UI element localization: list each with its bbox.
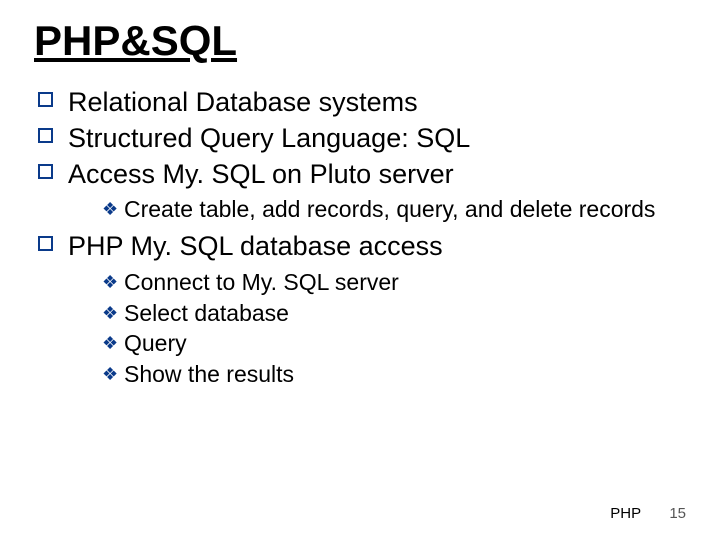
sub-bullet-text: Query bbox=[124, 330, 187, 356]
bullet-item: Relational Database systems bbox=[38, 86, 692, 120]
bullet-item: Structured Query Language: SQL bbox=[38, 122, 692, 156]
diamond-bullet-icon: ❖ bbox=[102, 302, 118, 325]
square-bullet-icon bbox=[38, 128, 53, 143]
bullet-item: Access My. SQL on Pluto server ❖ Create … bbox=[38, 158, 692, 225]
diamond-bullet-icon: ❖ bbox=[102, 271, 118, 294]
sub-bullet-item: ❖ Connect to My. SQL server bbox=[102, 268, 692, 297]
square-bullet-icon bbox=[38, 236, 53, 251]
sub-bullet-text: Connect to My. SQL server bbox=[124, 269, 399, 295]
bullet-text: Relational Database systems bbox=[68, 87, 418, 117]
slide-footer: PHP 15 bbox=[610, 505, 686, 522]
square-bullet-icon bbox=[38, 92, 53, 107]
sub-bullet-text: Show the results bbox=[124, 361, 294, 387]
diamond-bullet-icon: ❖ bbox=[102, 198, 118, 221]
sub-bullet-text: Create table, add records, query, and de… bbox=[124, 196, 655, 222]
sub-bullet-item: ❖ Create table, add records, query, and … bbox=[102, 195, 692, 224]
bullet-list-level1: Relational Database systems Structured Q… bbox=[28, 86, 692, 389]
slide: PHP&SQL Relational Database systems Stru… bbox=[0, 0, 720, 540]
bullet-list-level2: ❖ Connect to My. SQL server ❖ Select dat… bbox=[68, 268, 692, 389]
sub-bullet-text: Select database bbox=[124, 300, 289, 326]
sub-bullet-item: ❖ Show the results bbox=[102, 360, 692, 389]
bullet-text: Structured Query Language: SQL bbox=[68, 123, 470, 153]
square-bullet-icon bbox=[38, 164, 53, 179]
sub-bullet-item: ❖ Query bbox=[102, 329, 692, 358]
bullet-list-level2: ❖ Create table, add records, query, and … bbox=[68, 195, 692, 224]
bullet-text: Access My. SQL on Pluto server bbox=[68, 159, 454, 189]
slide-title: PHP&SQL bbox=[34, 18, 692, 64]
page-number: 15 bbox=[669, 505, 686, 522]
diamond-bullet-icon: ❖ bbox=[102, 332, 118, 355]
diamond-bullet-icon: ❖ bbox=[102, 363, 118, 386]
bullet-item: PHP My. SQL database access ❖ Connect to… bbox=[38, 230, 692, 389]
sub-bullet-item: ❖ Select database bbox=[102, 299, 692, 328]
footer-label: PHP bbox=[610, 505, 641, 522]
bullet-text: PHP My. SQL database access bbox=[68, 231, 443, 261]
